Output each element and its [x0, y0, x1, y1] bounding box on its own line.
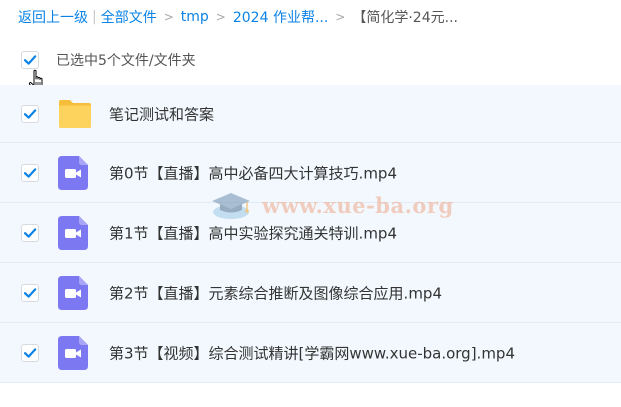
file-name[interactable]: 第1节【直播】高中实验探究通关特训.mp4: [109, 222, 397, 243]
select-all-checkbox[interactable]: [21, 51, 39, 69]
breadcrumb-separator: >: [215, 10, 226, 24]
folder-icon: [59, 99, 91, 128]
breadcrumb-item-tmp[interactable]: tmp: [181, 9, 209, 25]
row-checkbox[interactable]: [21, 283, 39, 302]
list-item[interactable]: 笔记测试和答案: [0, 85, 621, 143]
video-file-icon: [58, 335, 88, 370]
breadcrumb-separator: >: [335, 10, 346, 24]
row-checkbox[interactable]: [21, 343, 39, 362]
checkmark-icon: [23, 167, 37, 178]
list-item[interactable]: 第2节【直播】元素综合推断及图像综合应用.mp4: [0, 263, 621, 323]
video-file-icon: [58, 215, 88, 250]
breadcrumb-divider: |: [92, 9, 97, 25]
list-item[interactable]: 第3节【视频】综合测试精讲[学霸网www.xue-ba.org].mp4: [0, 323, 621, 383]
file-name[interactable]: 第2节【直播】元素综合推断及图像综合应用.mp4: [109, 282, 442, 303]
file-list: 笔记测试和答案 第0节【直播】高中必备四大计算技巧.mp4 第1节【直播】高中实…: [0, 85, 621, 383]
file-name[interactable]: 第3节【视频】综合测试精讲[学霸网www.xue-ba.org].mp4: [109, 342, 515, 363]
row-checkbox[interactable]: [21, 223, 39, 242]
video-file-icon: [58, 155, 88, 190]
selection-count-label: 已选中5个文件/文件夹: [56, 53, 196, 69]
list-item[interactable]: 第1节【直播】高中实验探究通关特训.mp4: [0, 203, 621, 263]
breadcrumb-item-2024[interactable]: 2024 作业帮...: [233, 7, 328, 27]
checkmark-icon: [23, 227, 37, 238]
checkmark-icon: [23, 347, 37, 358]
breadcrumb-item-all-files[interactable]: 全部文件: [101, 7, 157, 27]
checkmark-icon: [23, 108, 37, 119]
checkmark-icon: [23, 287, 37, 298]
video-file-icon: [58, 275, 88, 310]
breadcrumb-separator: >: [163, 10, 174, 24]
row-checkbox[interactable]: [21, 104, 39, 123]
checkmark-icon: [23, 55, 37, 65]
row-checkbox[interactable]: [21, 163, 39, 182]
breadcrumb-current: 【简化学·24元...: [352, 10, 458, 26]
selection-bar: 已选中5个文件/文件夹: [0, 40, 621, 80]
back-link[interactable]: 返回上一级: [18, 7, 88, 27]
list-item[interactable]: 第0节【直播】高中必备四大计算技巧.mp4: [0, 143, 621, 203]
file-name[interactable]: 笔记测试和答案: [109, 103, 214, 124]
breadcrumb: 返回上一级 | 全部文件 > tmp > 2024 作业帮... > 【简化学·…: [18, 6, 458, 28]
file-name[interactable]: 第0节【直播】高中必备四大计算技巧.mp4: [109, 162, 397, 183]
